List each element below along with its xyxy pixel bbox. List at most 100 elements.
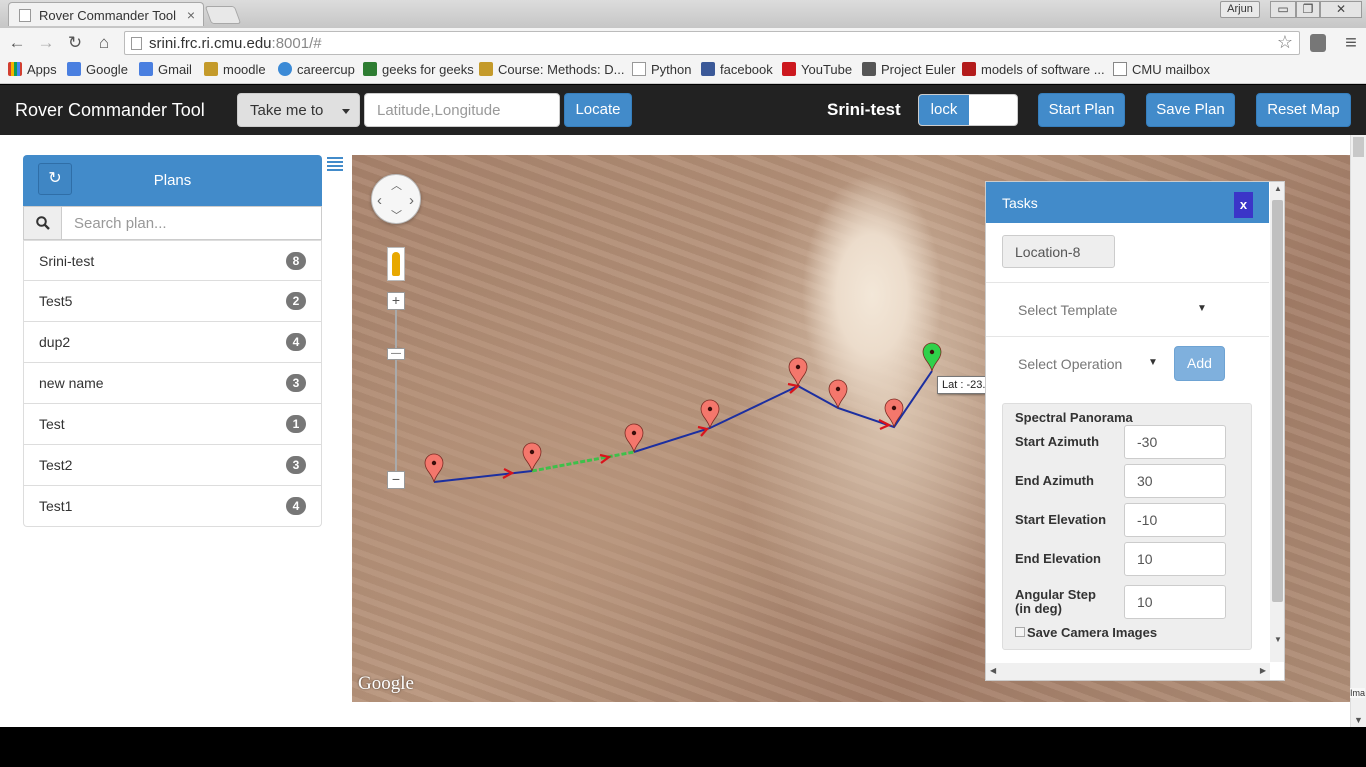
tasks-horizontal-scrollbar[interactable]: ◀ ▶ [986, 663, 1270, 680]
pan-up-icon[interactable]: ︿ [391, 177, 402, 193]
bookmark-python[interactable]: Python [632, 62, 691, 77]
bookmark-careercup[interactable]: careercup [278, 62, 355, 77]
bookmark-gmail[interactable]: Gmail [139, 62, 192, 77]
pan-down-icon[interactable]: ﹀ [391, 207, 402, 223]
waypoint-marker-icon[interactable] [424, 453, 444, 483]
models-icon [962, 62, 976, 76]
bookmark-apps[interactable]: Apps [8, 62, 57, 77]
select-operation-dropdown[interactable]: Select Operation [1018, 356, 1122, 372]
url-rest: :8001/# [271, 35, 322, 52]
start-plan-button[interactable]: Start Plan [1038, 93, 1125, 127]
tasks-vertical-scrollbar[interactable]: ▲ ▼ [1270, 182, 1284, 662]
scroll-down-arrow-icon[interactable]: ▼ [1354, 715, 1363, 725]
facebook-icon [701, 62, 715, 76]
start-azimuth-input[interactable]: -30 [1124, 425, 1226, 459]
close-window-button[interactable]: ✕ [1320, 1, 1362, 18]
locate-button[interactable]: Locate [564, 93, 632, 127]
zoom-slider-handle[interactable]: — [387, 348, 405, 360]
plan-count-badge: 3 [286, 374, 306, 392]
save-camera-images-option[interactable]: Save Camera Images [1015, 625, 1157, 640]
scroll-left-arrow-icon[interactable]: ◀ [990, 666, 996, 675]
plan-item[interactable]: dup2 4 [23, 322, 322, 363]
new-tab-button[interactable] [204, 6, 242, 24]
caret-down-icon[interactable]: ▼ [1148, 357, 1158, 368]
scrollbar-thumb[interactable] [1272, 200, 1283, 602]
zoom-slider-track[interactable] [395, 308, 397, 480]
waypoint-marker-icon[interactable] [522, 442, 542, 472]
waypoint-marker-icon[interactable] [788, 357, 808, 387]
imagery-credit: Ima [1350, 688, 1366, 698]
bookmark-facebook[interactable]: facebook [701, 62, 773, 77]
mail-icon [1113, 62, 1127, 76]
forward-arrow-icon[interactable]: → [35, 32, 57, 54]
scroll-up-arrow-icon[interactable]: ▲ [1274, 184, 1282, 193]
pan-left-icon[interactable]: ‹ [377, 192, 382, 209]
app-brand[interactable]: Rover Commander Tool [15, 100, 205, 121]
scroll-down-arrow-icon[interactable]: ▼ [1274, 635, 1282, 644]
chrome-menu-icon[interactable]: ≡ [1340, 32, 1362, 54]
profile-badge[interactable]: Arjun [1220, 1, 1260, 18]
bookmark-star-icon[interactable]: ☆ [1277, 32, 1293, 53]
plan-item[interactable]: new name 3 [23, 363, 322, 404]
plan-count-badge: 1 [286, 415, 306, 433]
extension-icon[interactable] [1310, 34, 1326, 52]
reset-map-button[interactable]: Reset Map [1256, 93, 1351, 127]
maximize-button[interactable]: ❐ [1296, 1, 1320, 18]
map-pan-control[interactable]: ︿ ﹀ ‹ › [371, 174, 421, 224]
save-plan-button[interactable]: Save Plan [1146, 93, 1235, 127]
latlng-input[interactable]: Latitude,Longitude [364, 93, 560, 127]
waypoint-marker-icon[interactable] [884, 398, 904, 428]
divider [986, 336, 1269, 337]
end-elevation-input[interactable]: 10 [1124, 542, 1226, 576]
select-template-dropdown[interactable]: Select Template [1018, 302, 1117, 318]
bookmark-geeks-for-geeks[interactable]: geeks for geeks [363, 62, 474, 77]
plan-item[interactable]: Test 1 [23, 404, 322, 445]
bookmark-moodle[interactable]: moodle [204, 62, 266, 77]
scrollbar-thumb[interactable] [1353, 137, 1364, 157]
careercup-icon [278, 62, 292, 76]
waypoint-marker-icon[interactable] [624, 423, 644, 453]
lock-toggle[interactable]: lock [918, 94, 1018, 126]
back-arrow-icon[interactable]: ← [6, 32, 28, 54]
course-icon [479, 62, 493, 76]
browser-tab[interactable]: Rover Commander Tool × [8, 2, 204, 26]
plan-item[interactable]: Test5 2 [23, 281, 322, 322]
home-icon[interactable]: ⌂ [93, 32, 115, 54]
page-scrollbar[interactable]: ▼ [1350, 135, 1366, 727]
checkbox[interactable] [1015, 627, 1025, 637]
location-field[interactable]: Location-8 [1002, 235, 1115, 268]
plan-item[interactable]: Test1 4 [23, 486, 322, 527]
tasks-close-button[interactable]: x [1234, 192, 1253, 218]
caret-down-icon[interactable]: ▼ [1197, 303, 1207, 314]
bookmark-google[interactable]: Google [67, 62, 128, 77]
apps-grid-icon [8, 62, 22, 76]
current-waypoint-marker-icon[interactable] [922, 342, 942, 372]
refresh-icon[interactable]: ↻ [38, 163, 72, 195]
bookmark-youtube[interactable]: YouTube [782, 62, 852, 77]
address-bar[interactable]: srini.frc.ri.cmu.edu:8001/# ☆ [124, 31, 1300, 55]
take-me-to-dropdown[interactable]: Take me to [237, 93, 360, 127]
start-elevation-input[interactable]: -10 [1124, 503, 1226, 537]
plan-item[interactable]: Srini-test 8 [23, 240, 322, 281]
plan-count-badge: 4 [286, 333, 306, 351]
bookmark-cmu-mailbox[interactable]: CMU mailbox [1113, 62, 1210, 77]
waypoint-marker-icon[interactable] [700, 399, 720, 429]
tab-close-icon[interactable]: × [187, 7, 195, 23]
plan-item[interactable]: Test2 3 [23, 445, 322, 486]
add-operation-button[interactable]: Add [1174, 346, 1225, 381]
zoom-out-button[interactable]: − [387, 471, 405, 489]
search-plan-input[interactable]: Search plan... [61, 206, 322, 240]
scroll-right-arrow-icon[interactable]: ▶ [1260, 666, 1266, 675]
minimize-button[interactable]: ▭ [1270, 1, 1296, 18]
list-menu-icon[interactable] [327, 157, 343, 171]
street-view-pegman-icon[interactable] [387, 247, 405, 281]
pan-right-icon[interactable]: › [409, 192, 414, 209]
bookmark-models-of-software[interactable]: models of software ... [962, 62, 1105, 77]
zoom-in-button[interactable]: + [387, 292, 405, 310]
divider [986, 282, 1269, 283]
angular-step-input[interactable]: 10 [1124, 585, 1226, 619]
end-azimuth-input[interactable]: 30 [1124, 464, 1226, 498]
bookmark-course-methods[interactable]: Course: Methods: D... [479, 62, 624, 77]
bookmark-project-euler[interactable]: Project Euler [862, 62, 955, 77]
reload-icon[interactable]: ↻ [64, 32, 86, 54]
